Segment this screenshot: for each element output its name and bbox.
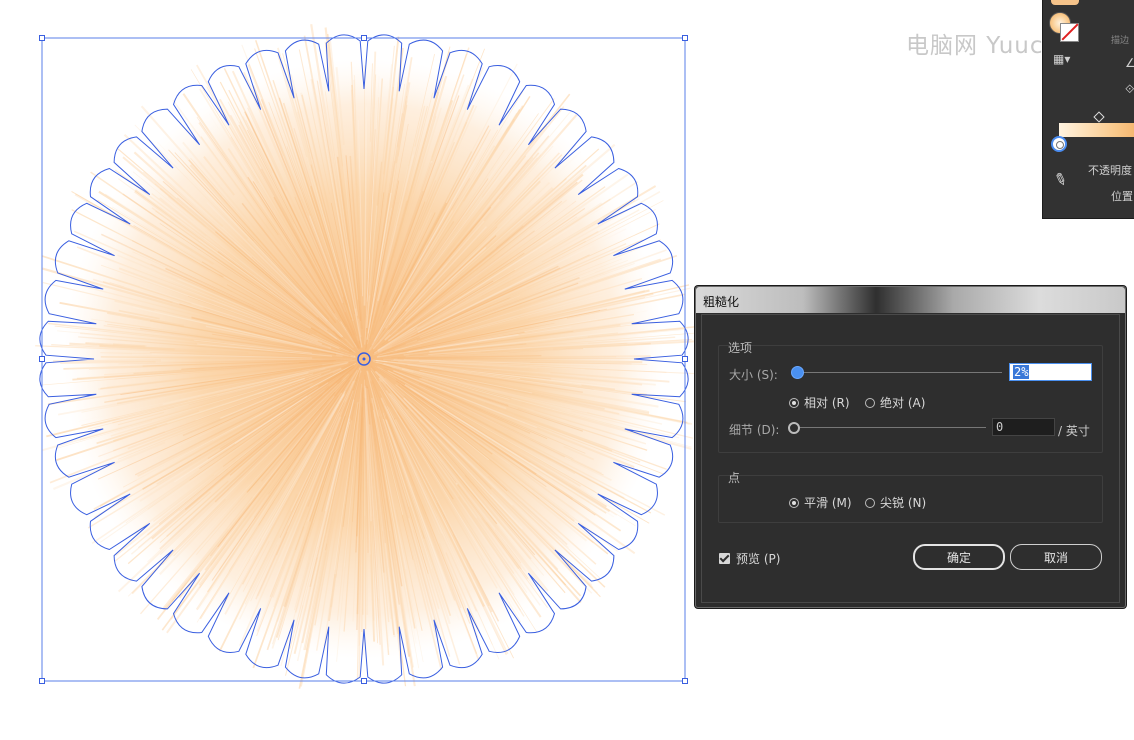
dialog-title: 粗糙化 bbox=[703, 295, 740, 309]
opacity-label: 不透明度 bbox=[1088, 164, 1132, 177]
gradient-slider-bar[interactable] bbox=[1059, 123, 1134, 137]
relative-radio[interactable]: 相对 (R) bbox=[789, 394, 850, 411]
size-input[interactable]: 2% bbox=[1009, 363, 1092, 381]
ok-button[interactable]: 确定 bbox=[913, 544, 1005, 570]
size-slider-thumb[interactable] bbox=[791, 366, 804, 379]
preview-checkbox-box[interactable] bbox=[719, 553, 730, 564]
corner-radio-label: 尖锐 (N) bbox=[880, 496, 927, 510]
gradient-preview-swatch[interactable] bbox=[1051, 0, 1079, 5]
absolute-radio-dot[interactable] bbox=[865, 397, 875, 408]
size-label: 大小 (S): bbox=[729, 368, 778, 382]
artboard-canvas[interactable]: 电脑网 Yuucn.com 描边 ▦▾ ∠ ⟐ ✎ 不透明度 位置 粗糙化 选项… bbox=[0, 0, 1134, 740]
detail-unit: / 英寸 bbox=[1058, 424, 1090, 438]
smooth-radio-label: 平滑 (M) bbox=[804, 496, 852, 510]
detail-slider-track[interactable] bbox=[794, 427, 986, 428]
relative-radio-dot[interactable] bbox=[789, 397, 799, 408]
angle-icon: ∠ bbox=[1125, 56, 1134, 70]
dialog-body: 选项 大小 (S): 2% 相对 (R) 绝对 (A) 细节 (D): 0 / … bbox=[701, 314, 1120, 603]
absolute-radio[interactable]: 绝对 (A) bbox=[865, 394, 925, 411]
gradient-stop-handle[interactable] bbox=[1051, 136, 1067, 152]
absolute-radio-label: 绝对 (A) bbox=[880, 396, 926, 410]
stroke-none-swatch-icon[interactable] bbox=[1060, 23, 1079, 42]
gradient-panel: 描边 ▦▾ ∠ ⟐ ✎ 不透明度 位置 bbox=[1042, 0, 1134, 219]
smooth-radio-dot[interactable] bbox=[789, 497, 799, 508]
preview-checkbox[interactable]: 预览 (P) bbox=[719, 550, 780, 567]
gradient-midpoint-diamond-icon[interactable] bbox=[1093, 111, 1105, 123]
options-group-label: 选项 bbox=[728, 341, 753, 355]
center-dot bbox=[362, 357, 366, 361]
smooth-radio[interactable]: 平滑 (M) bbox=[789, 494, 852, 511]
preview-checkbox-label: 预览 (P) bbox=[736, 552, 781, 566]
dialog-titlebar[interactable]: 粗糙化 bbox=[696, 287, 1125, 313]
cancel-button[interactable]: 取消 bbox=[1010, 544, 1102, 570]
size-slider-track[interactable] bbox=[798, 372, 1002, 373]
roughen-dialog: 粗糙化 选项 大小 (S): 2% 相对 (R) 绝对 (A) 细节 (D): … bbox=[695, 286, 1126, 608]
gradient-type-icon[interactable]: ▦▾ bbox=[1053, 52, 1070, 66]
detail-input[interactable]: 0 bbox=[992, 418, 1055, 436]
points-group-label: 点 bbox=[728, 471, 741, 485]
relative-radio-label: 相对 (R) bbox=[804, 396, 850, 410]
aspect-ratio-icon: ⟐ bbox=[1125, 82, 1134, 96]
position-label: 位置 bbox=[1111, 190, 1133, 203]
roughened-flower-artwork[interactable] bbox=[0, 0, 700, 740]
fine-ray bbox=[418, 357, 638, 360]
detail-slider-thumb[interactable] bbox=[788, 422, 800, 434]
stroke-label: 描边 bbox=[1111, 36, 1130, 46]
corner-radio[interactable]: 尖锐 (N) bbox=[865, 494, 926, 511]
detail-label: 细节 (D): bbox=[729, 423, 780, 437]
eyedropper-icon[interactable]: ✎ bbox=[1051, 168, 1070, 190]
corner-radio-dot[interactable] bbox=[865, 497, 875, 508]
